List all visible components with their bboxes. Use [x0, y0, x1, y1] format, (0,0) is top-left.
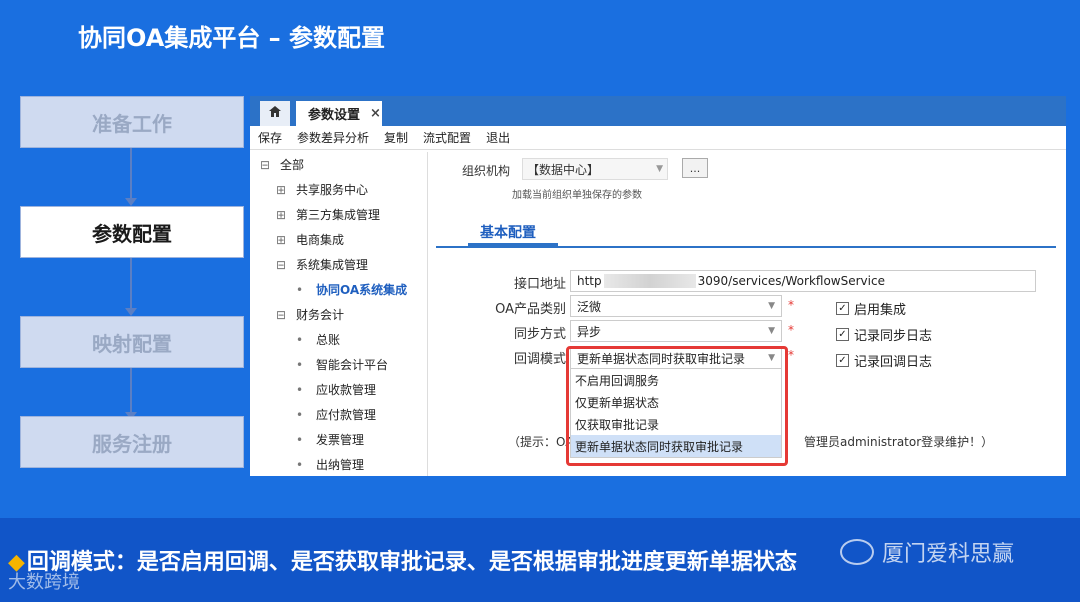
bullet-icon: •	[296, 357, 304, 372]
step-param-config: 参数配置	[20, 206, 244, 258]
bullet-icon: •	[296, 332, 304, 347]
checkbox-checked-icon: ✓	[836, 328, 849, 341]
home-tab[interactable]	[260, 101, 290, 126]
dropdown-option[interactable]: 仅获取审批记录	[571, 413, 781, 435]
watermark-left: 大数跨境	[8, 572, 80, 593]
active-tab-indicator	[468, 243, 558, 247]
exit-button[interactable]: 退出	[486, 129, 510, 146]
expand-icon[interactable]: ⊞	[276, 233, 290, 247]
interface-url-label: 接口地址	[513, 277, 566, 292]
collapse-icon[interactable]: ⊟	[276, 258, 290, 272]
required-mark: *	[788, 348, 794, 362]
tab-param-settings[interactable]: 参数设置 ×	[296, 101, 382, 126]
oa-type-select[interactable]: 泛微 ▼	[570, 295, 782, 317]
slide-caption: ◆回调模式：是否启用回调、是否获取审批记录、是否根据审批进度更新单据状态	[8, 550, 797, 575]
bullet-icon: •	[296, 432, 304, 447]
required-mark: *	[788, 323, 794, 337]
tree-item[interactable]: • 应收款管理	[258, 377, 427, 402]
step-prepare: 准备工作	[20, 96, 244, 148]
toolbar: 保存 参数差异分析 复制 流式配置 退出	[250, 126, 1066, 150]
redacted-area	[603, 274, 696, 288]
org-label: 组织机构	[462, 164, 511, 178]
expand-icon[interactable]: ⊞	[276, 183, 290, 197]
checkbox-checked-icon: ✓	[836, 302, 849, 315]
bullet-icon: •	[296, 407, 304, 422]
flow-config-button[interactable]: 流式配置	[423, 129, 471, 146]
slide-title: 协同OA集成平台 – 参数配置	[78, 24, 386, 52]
tree-item-oa-integration[interactable]: • 协同OA系统集成	[258, 277, 427, 302]
callback-log-checkbox[interactable]: ✓ 记录回调日志	[836, 351, 932, 370]
collapse-icon[interactable]: ⊟	[260, 158, 274, 172]
sync-log-checkbox[interactable]: ✓ 记录同步日志	[836, 325, 932, 344]
copy-button[interactable]: 复制	[384, 129, 408, 146]
save-button[interactable]: 保存	[258, 129, 282, 146]
tree-item[interactable]: ⊟ 系统集成管理	[258, 252, 427, 277]
tree-item[interactable]: • 出纳管理	[258, 452, 427, 477]
sync-mode-select[interactable]: 异步 ▼	[570, 320, 782, 342]
tree-item[interactable]: ⊞ 电商集成	[258, 227, 427, 252]
step-arrow	[125, 368, 137, 420]
hint-text-start: （提示：OA	[508, 435, 574, 449]
chevron-down-icon: ▼	[768, 353, 775, 363]
callback-mode-label: 回调模式	[513, 352, 566, 367]
tree-item[interactable]: • 发票管理	[258, 427, 427, 452]
watermark-right: 厦门爱科思赢	[840, 536, 1014, 568]
chevron-down-icon: ▼	[768, 326, 775, 336]
app-window: 参数设置 × 保存 参数差异分析 复制 流式配置 退出 ⊟ 全部 ⊞ 共享服务中心 …	[250, 96, 1066, 476]
bullet-icon: •	[296, 457, 304, 472]
step-service-register: 服务注册	[20, 416, 244, 468]
tab-basic-config[interactable]: 基本配置	[480, 222, 536, 242]
hint-text-end: 管理员administrator登录维护！）	[804, 435, 994, 449]
diff-analysis-button[interactable]: 参数差异分析	[297, 129, 369, 146]
tab-bar: 参数设置 ×	[250, 96, 1066, 126]
expand-icon[interactable]: ⊞	[276, 208, 290, 222]
step-arrow	[125, 148, 137, 206]
oa-type-label: OA产品类别	[495, 302, 566, 317]
tree-item[interactable]: • 应付款管理	[258, 402, 427, 427]
org-hint: 加载当前组织单独保存的参数	[512, 190, 642, 201]
tree-item[interactable]: ⊟ 财务会计	[258, 302, 427, 327]
org-browse-button[interactable]: ...	[682, 158, 708, 178]
home-icon	[269, 106, 281, 121]
required-mark: *	[788, 298, 794, 312]
dropdown-option[interactable]: 仅更新单据状态	[571, 391, 781, 413]
enable-integration-checkbox[interactable]: ✓ 启用集成	[836, 299, 906, 318]
tree-item[interactable]: • 总账	[258, 327, 427, 352]
tree-item[interactable]: ⊞ 共享服务中心	[258, 177, 427, 202]
wechat-icon	[840, 539, 874, 565]
settings-panel: 组织机构 【数据中心】 ▼ ... 加载当前组织单独保存的参数 基本配置 接口地址…	[436, 152, 1066, 476]
interface-url-input[interactable]: http 3090/services/WorkflowService	[570, 270, 1036, 292]
bullet-icon: •	[296, 382, 304, 397]
tab-label: 参数设置	[308, 108, 361, 123]
step-mapping-config: 映射配置	[20, 316, 244, 368]
callback-mode-select[interactable]: 更新单据状态同时获取审批记录 ▼	[570, 347, 782, 369]
dropdown-option[interactable]: 不启用回调服务	[571, 369, 781, 391]
nav-tree: ⊟ 全部 ⊞ 共享服务中心 ⊞ 第三方集成管理 ⊞ 电商集成 ⊟ 系统集成管理 • 协同OA…	[258, 152, 428, 476]
callback-mode-dropdown: 不启用回调服务 仅更新单据状态 仅获取审批记录 更新单据状态同时获取审批记录	[570, 368, 782, 458]
bullet-icon: •	[296, 282, 304, 297]
chevron-down-icon: ▼	[656, 164, 663, 174]
tree-item[interactable]: ⊟ 全部	[258, 152, 427, 177]
step-arrow	[125, 258, 137, 316]
chevron-down-icon: ▼	[768, 301, 775, 311]
tree-item[interactable]: ⊞ 第三方集成管理	[258, 202, 427, 227]
org-select[interactable]: 【数据中心】 ▼	[522, 158, 668, 180]
dropdown-option-selected[interactable]: 更新单据状态同时获取审批记录	[571, 435, 781, 457]
checkbox-checked-icon: ✓	[836, 354, 849, 367]
tree-item[interactable]: • 智能会计平台	[258, 352, 427, 377]
close-icon[interactable]: ×	[370, 106, 381, 121]
sync-mode-label: 同步方式	[513, 327, 566, 342]
collapse-icon[interactable]: ⊟	[276, 308, 290, 322]
